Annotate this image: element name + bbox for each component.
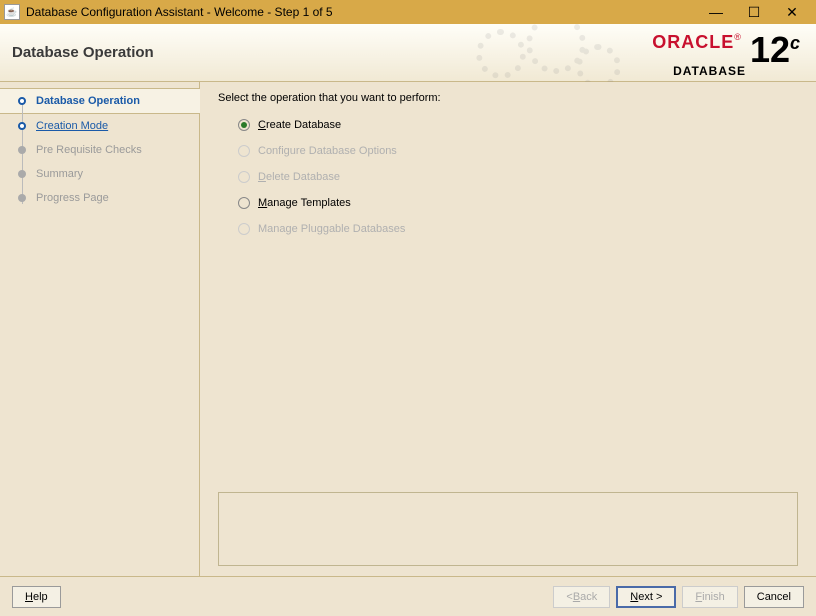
step-dot-icon [18, 97, 26, 105]
instruction-text: Select the operation that you want to pe… [218, 92, 798, 104]
titlebar: ☕ Database Configuration Assistant - Wel… [0, 0, 816, 24]
radio-label: Delete Database [258, 171, 340, 183]
step-dot-icon [18, 146, 26, 154]
oracle-logo: ORACLE® 12c DATABASE [652, 32, 800, 78]
footer: Help < Back Next > Finish Cancel [0, 576, 816, 616]
header: Database Operation ORACLE® 12c DATABASE [0, 24, 816, 82]
radio-icon [238, 119, 250, 131]
window-title: Database Configuration Assistant - Welco… [26, 5, 706, 19]
step-label: Pre Requisite Checks [36, 144, 142, 156]
page-title: Database Operation [12, 44, 154, 61]
main: Database Operation Creation Mode Pre Req… [0, 82, 816, 576]
sidebar: Database Operation Creation Mode Pre Req… [0, 82, 200, 576]
radio-label: Manage Templates [258, 197, 351, 209]
radio-icon [238, 223, 250, 235]
minimize-button[interactable]: — [706, 2, 726, 22]
maximize-button[interactable]: ☐ [744, 2, 764, 22]
step-label: Database Operation [36, 95, 140, 107]
gears-decoration [466, 24, 636, 82]
radio-icon [238, 197, 250, 209]
back-button: < Back [553, 586, 610, 608]
sidebar-step-database-operation[interactable]: Database Operation [0, 88, 200, 114]
content: Select the operation that you want to pe… [200, 82, 816, 576]
option-configure-database-options: Configure Database Options [218, 138, 798, 164]
sidebar-step-creation-mode[interactable]: Creation Mode [0, 114, 199, 138]
option-manage-templates[interactable]: Manage Templates [218, 190, 798, 216]
next-button[interactable]: Next > [616, 586, 676, 608]
radio-label: Create Database [258, 119, 341, 131]
step-label: Progress Page [36, 192, 109, 204]
java-icon: ☕ [4, 4, 20, 20]
step-dot-icon [18, 170, 26, 178]
step-dot-icon [18, 194, 26, 202]
option-delete-database: Delete Database [218, 164, 798, 190]
finish-button: Finish [682, 586, 737, 608]
radio-icon [238, 145, 250, 157]
brand-version: 12c [750, 32, 800, 68]
radio-label: Configure Database Options [258, 145, 397, 157]
sidebar-step-prerequisite-checks: Pre Requisite Checks [0, 138, 199, 162]
sidebar-step-progress-page: Progress Page [0, 186, 199, 210]
radio-label: Manage Pluggable Databases [258, 223, 405, 235]
option-manage-pluggable-databases: Manage Pluggable Databases [218, 216, 798, 242]
window-controls: — ☐ ✕ [706, 2, 812, 22]
close-button[interactable]: ✕ [782, 2, 802, 22]
option-create-database[interactable]: Create Database [218, 112, 798, 138]
brand-name: ORACLE [652, 32, 734, 53]
message-area [218, 492, 798, 566]
step-label: Creation Mode [36, 120, 108, 132]
radio-icon [238, 171, 250, 183]
help-button[interactable]: Help [12, 586, 61, 608]
sidebar-step-summary: Summary [0, 162, 199, 186]
cancel-button[interactable]: Cancel [744, 586, 804, 608]
step-dot-icon [18, 122, 26, 130]
step-label: Summary [36, 168, 83, 180]
